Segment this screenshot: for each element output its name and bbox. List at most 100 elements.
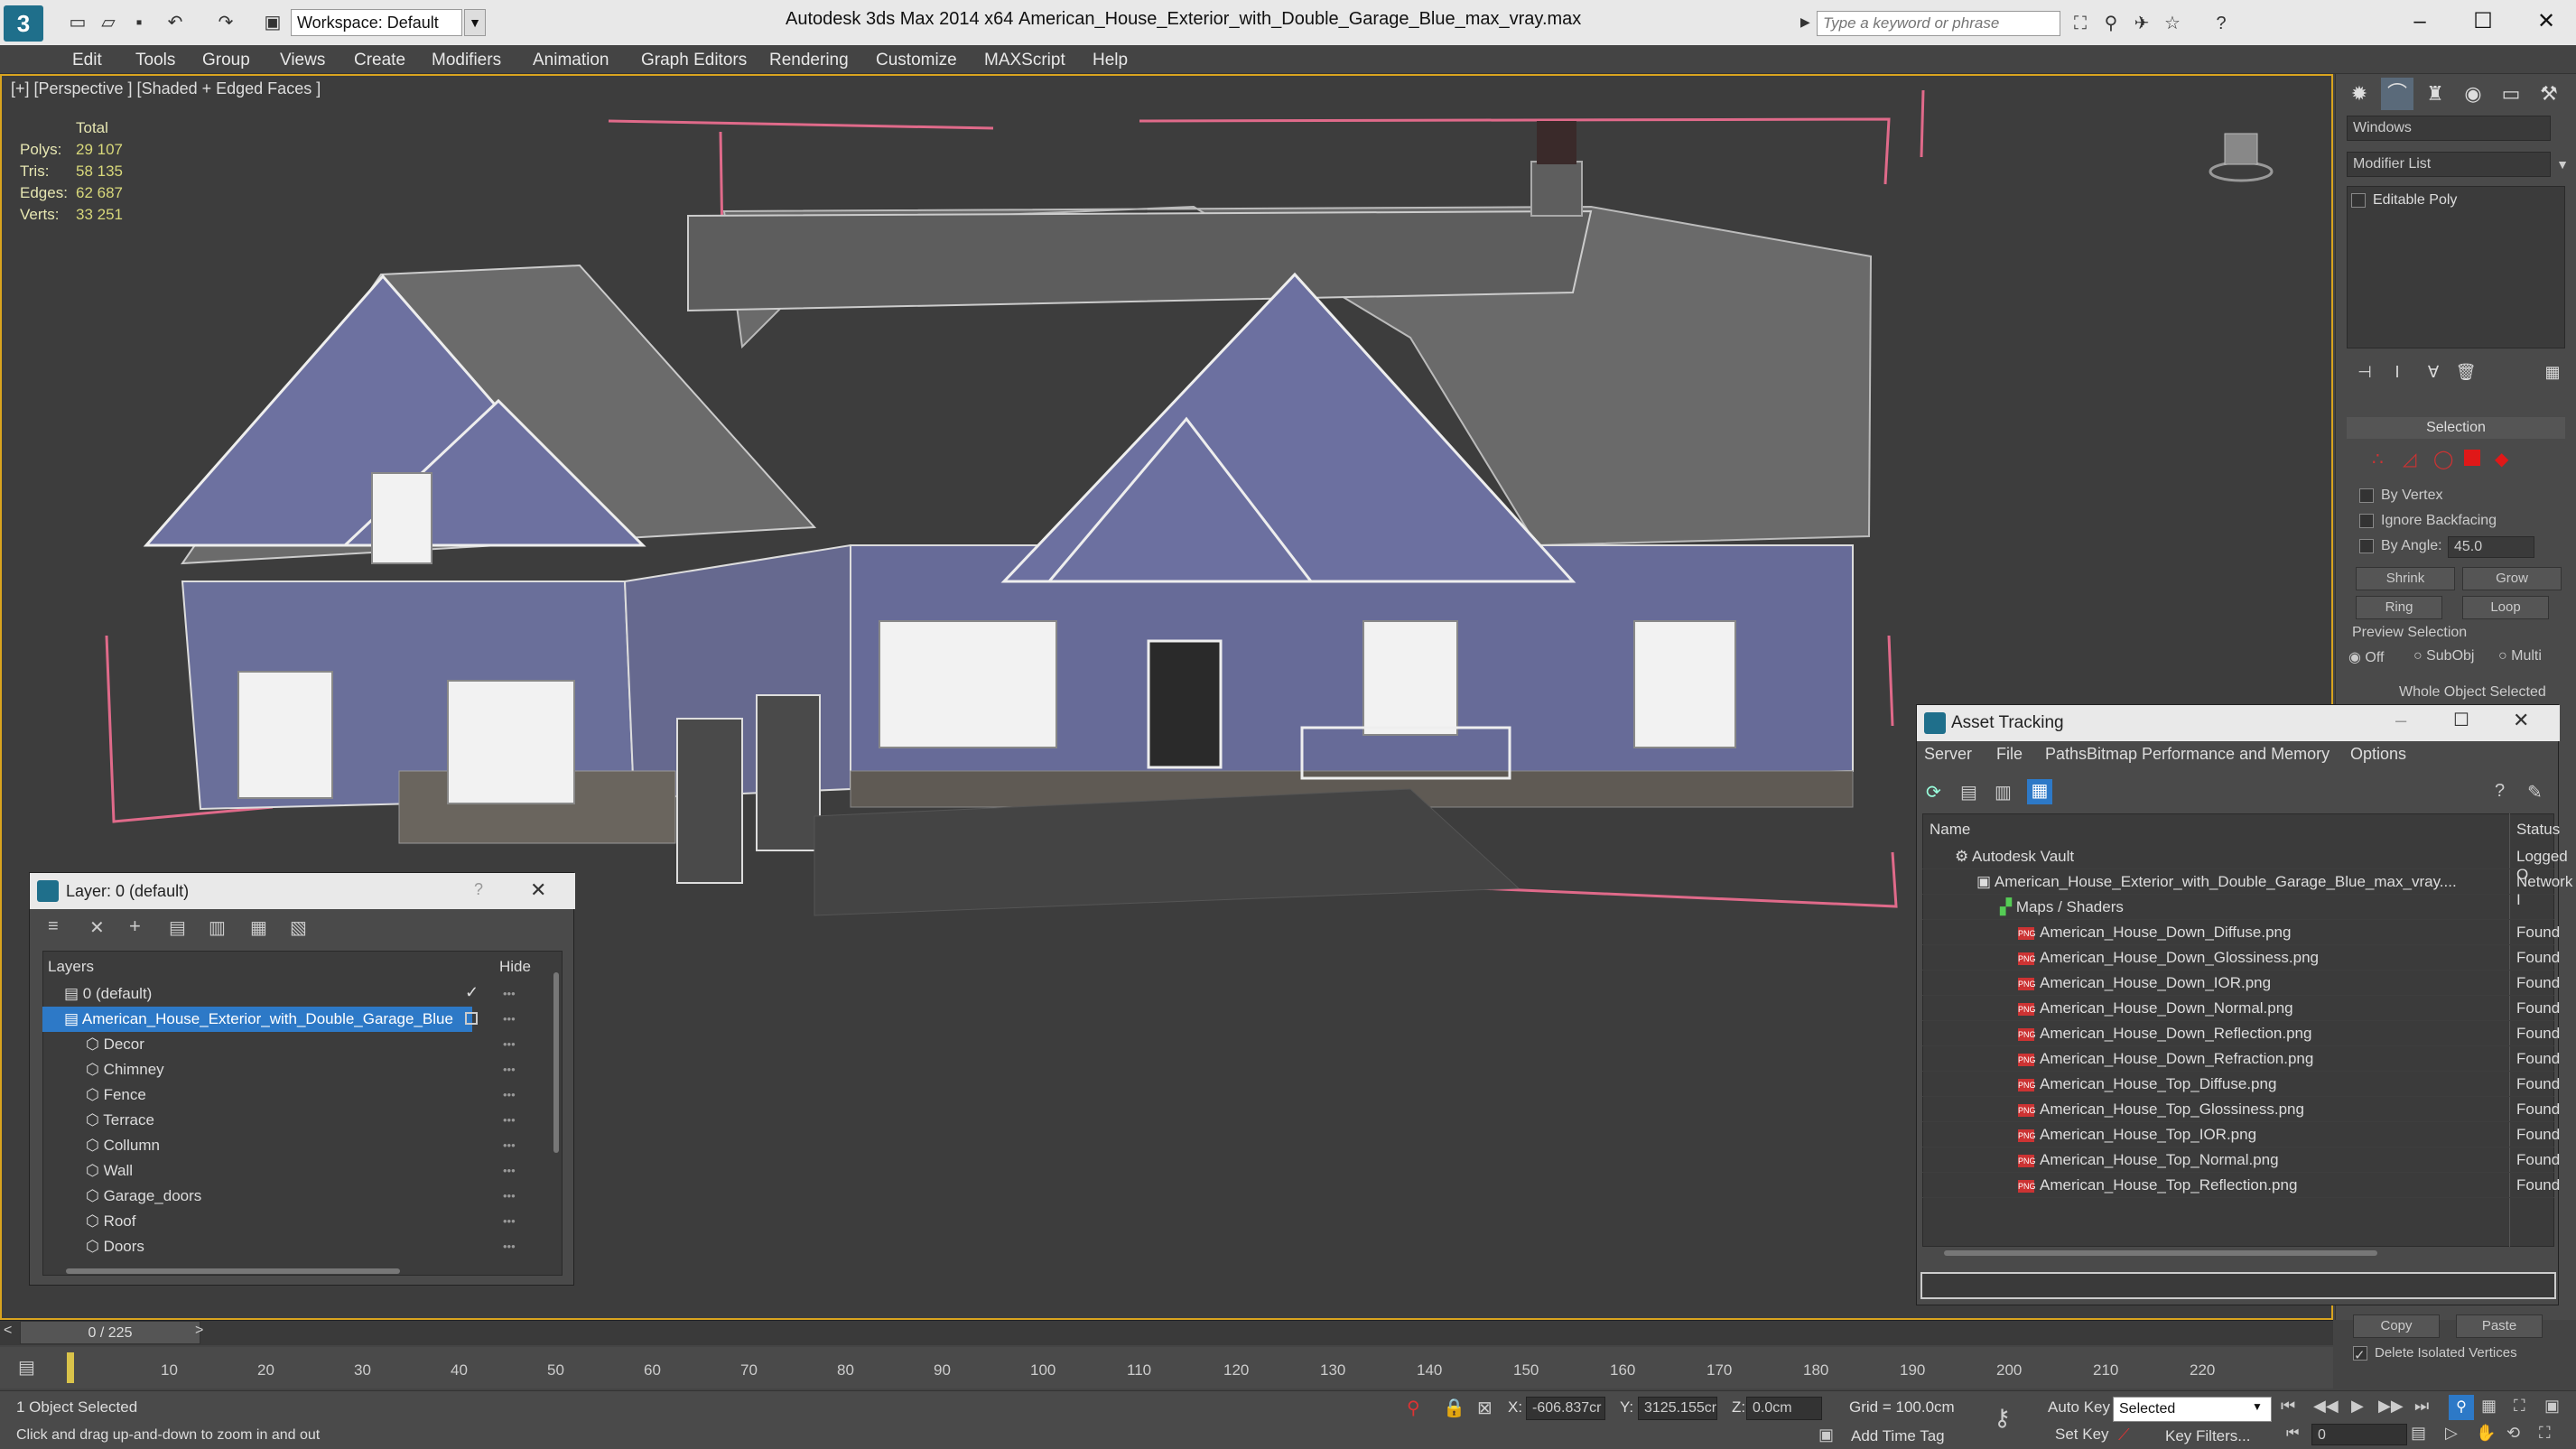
tree-view-icon[interactable]: ▥ (1995, 781, 2012, 803)
menu-create[interactable]: Create (354, 51, 405, 70)
project-folder-icon[interactable]: ▣ (260, 11, 285, 34)
show-end-result-icon[interactable]: Ι (2381, 356, 2413, 388)
zoom-extents-icon[interactable]: ⛶ (2514, 1397, 2525, 1416)
asset-row-texture[interactable]: PNG American_House_Down_IOR.png (1922, 971, 2554, 996)
asset-row-texture[interactable]: PNG American_House_Down_Reflection.png (1922, 1021, 2554, 1046)
layer-row-fence[interactable]: ⬡ Fence (42, 1082, 548, 1108)
select-in-layer-icon[interactable]: ▤ (169, 916, 186, 939)
subscription-icon[interactable]: ⚲ (2098, 11, 2124, 36)
search-input[interactable] (1817, 11, 2060, 36)
refresh-icon[interactable]: ⟳ (1926, 781, 1941, 803)
col-layers-header[interactable]: Layers (48, 958, 94, 976)
absolute-mode-icon[interactable]: ⊠ (1477, 1397, 1493, 1419)
time-slider-thumb[interactable]: 0 / 225 (20, 1321, 200, 1344)
open-file-icon[interactable]: ▱ (96, 11, 121, 34)
modify-tab-icon[interactable]: ⌒ (2381, 78, 2413, 110)
redo-icon[interactable]: ↷ (213, 11, 238, 34)
time-tag-icon[interactable]: ▣ (1818, 1426, 1834, 1444)
col-hide-header[interactable]: Hide (499, 958, 531, 976)
current-frame-field[interactable]: 0 (2311, 1424, 2407, 1445)
new-file-icon[interactable]: ▭ (65, 11, 90, 34)
menu-customize[interactable]: Customize (876, 51, 957, 70)
by-vertex-checkbox[interactable]: By Vertex (2359, 488, 2442, 504)
set-key-key-icon[interactable]: ⚷ (1994, 1404, 2011, 1432)
asset-menu-bitmap-performance[interactable]: Bitmap Performance and Memory (2087, 745, 2330, 764)
configure-sets-icon[interactable]: ▦ (2536, 356, 2569, 388)
hide-toggle[interactable]: ••• (503, 1189, 516, 1203)
time-slider[interactable]: < 0 / 225 > (0, 1320, 2333, 1345)
asset-row-texture[interactable]: PNG American_House_Down_Normal.png (1922, 996, 2554, 1021)
key-set-dropdown[interactable]: Selected (2113, 1397, 2272, 1422)
hide-toggle[interactable]: ••• (503, 1240, 516, 1253)
asset-row-texture[interactable]: PNG American_House_Top_Normal.png (1922, 1147, 2554, 1173)
asset-row-texture[interactable]: PNG American_House_Down_Diffuse.png (1922, 920, 2554, 945)
new-layer-icon[interactable]: ≡ (48, 916, 59, 937)
asset-row-vault[interactable]: ⚙ Autodesk Vault (1922, 844, 2554, 869)
add-to-layer-icon[interactable]: + (129, 915, 141, 938)
stack-item-editable-poly[interactable]: Editable Poly (2351, 192, 2457, 209)
pin-stack-icon[interactable]: ⊣ (2348, 356, 2381, 388)
ring-button[interactable]: Ring (2356, 596, 2442, 619)
help-icon[interactable]: ? (2209, 11, 2234, 36)
zoom-all-icon[interactable]: ▦ (2481, 1397, 2497, 1416)
menu-rendering[interactable]: Rendering (769, 51, 849, 70)
delete-isolated-checkbox[interactable]: ✓ Delete Isolated Vertices (2353, 1345, 2517, 1363)
layer-row-chimney[interactable]: ⬡ Chimney (42, 1057, 548, 1082)
remove-modifier-icon[interactable]: 🗑 (2450, 356, 2482, 388)
modifier-list-dropdown[interactable]: Modifier List (2347, 152, 2551, 177)
zoom-extents-all-icon[interactable]: ▣ (2544, 1397, 2560, 1416)
object-name-field[interactable]: Windows (2347, 116, 2551, 141)
add-time-tag-button[interactable]: Add Time Tag (1851, 1427, 1945, 1445)
polygon-mode-icon[interactable] (2464, 450, 2480, 466)
layer-panel-titlebar[interactable]: Layer: 0 (default) (30, 873, 575, 909)
chevron-down-icon[interactable]: ▼ (464, 9, 486, 36)
field-of-view-icon[interactable]: ▷ (2445, 1424, 2458, 1443)
prev-frame-icon[interactable]: < (4, 1323, 12, 1339)
display-tab-icon[interactable]: ▭ (2495, 78, 2527, 110)
asset-menu-server[interactable]: Server (1924, 745, 1972, 764)
active-layer-check-icon[interactable]: ✓ (465, 983, 479, 1002)
layer-row-wall[interactable]: ⬡ Wall (42, 1158, 548, 1184)
asset-row-texture[interactable]: PNG American_House_Down_Glossiness.png (1922, 945, 2554, 971)
asset-row-texture[interactable]: PNG American_House_Down_Refraction.png (1922, 1046, 2554, 1072)
binoculars-icon[interactable]: ⛶ (2068, 11, 2093, 36)
menu-group[interactable]: Group (202, 51, 250, 70)
chevron-down-icon[interactable]: ▼ (2553, 152, 2572, 177)
by-angle-checkbox[interactable]: By Angle: (2359, 538, 2442, 554)
asset-path-field[interactable] (1920, 1272, 2556, 1299)
asset-row-max-file[interactable]: ▣ American_House_Exterior_with_Double_Ga… (1922, 869, 2554, 895)
layer-row-decor[interactable]: ⬡ Decor (42, 1032, 548, 1057)
ignore-backfacing-checkbox[interactable]: Ignore Backfacing (2359, 513, 2497, 529)
minimize-icon[interactable]: – (2393, 4, 2447, 40)
chevron-down-icon[interactable]: ▼ (2252, 1400, 2263, 1413)
list-view-icon[interactable]: ▤ (1960, 781, 1977, 803)
previous-frame-icon[interactable]: ◀◀ (2313, 1397, 2339, 1416)
key-mode-icon[interactable]: ⏮ (2286, 1426, 2299, 1442)
highlight-icon[interactable]: ✎ (2527, 781, 2543, 803)
time-config-icon[interactable]: ▤ (2411, 1424, 2426, 1443)
freeze-all-layers-icon[interactable]: ▧ (290, 916, 307, 939)
favorites-star-icon[interactable]: ☆ (2160, 11, 2185, 36)
horizontal-scrollbar[interactable] (1944, 1250, 2377, 1256)
hide-toggle[interactable]: ••• (503, 1088, 516, 1101)
vertex-mode-icon[interactable]: ∴ (2372, 448, 2384, 470)
maximize-icon[interactable]: ☐ (2453, 709, 2469, 731)
grow-button[interactable]: Grow (2462, 567, 2562, 590)
asset-row-texture[interactable]: PNG American_House_Top_Reflection.png (1922, 1173, 2554, 1198)
communication-icon[interactable]: ✈ (2129, 11, 2154, 36)
app-logo-icon[interactable]: 3 (4, 5, 43, 42)
menu-views[interactable]: Views (280, 51, 325, 70)
asset-menu-options[interactable]: Options (2350, 745, 2406, 764)
go-to-start-icon[interactable]: ⏮ (2281, 1397, 2295, 1416)
close-icon[interactable]: ✕ (2513, 709, 2529, 732)
utilities-tab-icon[interactable]: ⚒ (2533, 78, 2565, 110)
menu-tools[interactable]: Tools (135, 51, 175, 70)
y-coordinate-field[interactable]: 3125.155cr (1638, 1397, 1717, 1420)
isolate-icon[interactable]: ⚲ (1407, 1397, 1420, 1419)
layer-row-garage-doors[interactable]: ⬡ Garage_doors (42, 1184, 548, 1209)
track-bar[interactable]: ▤ 10 20 30 40 50 60 70 80 90 100 110 120… (0, 1347, 2333, 1389)
paste-button[interactable]: Paste (2456, 1314, 2543, 1338)
border-mode-icon[interactable]: ◯ (2433, 448, 2453, 470)
preview-subobj-radio[interactable]: ○ SubObj (2413, 648, 2474, 664)
hierarchy-tab-icon[interactable]: ♜ (2419, 78, 2451, 110)
